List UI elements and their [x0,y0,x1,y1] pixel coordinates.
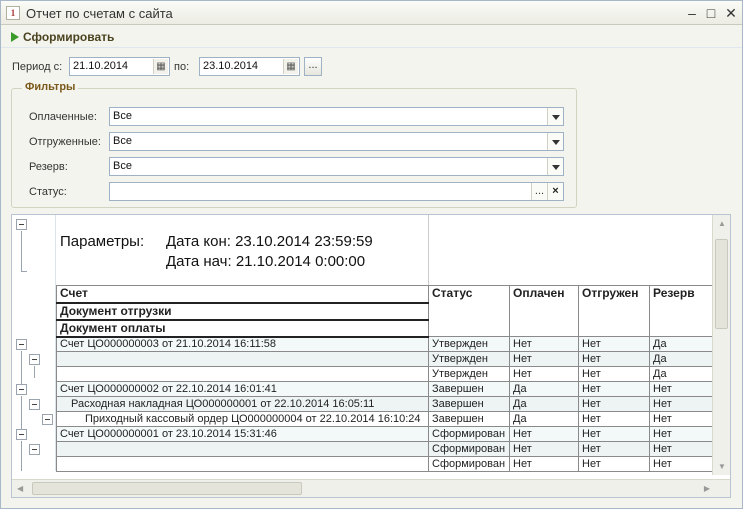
close-icon[interactable]: ✕ [723,5,739,21]
grouping-gutter [12,215,56,471]
col-reserve: Резерв [649,285,713,337]
generate-button-label: Сформировать [23,30,115,44]
filters-title: Фильтры [22,81,79,93]
minimize-icon[interactable]: – [684,5,700,21]
shipped-filter-select[interactable]: Все [109,132,564,151]
table-row[interactable]: Счет ЦО000000002 от 22.10.2014 16:01:41 З… [56,381,713,397]
toolbar: Сформировать [1,26,742,48]
play-icon [11,32,19,42]
table-row[interactable]: Сформирован Нет Нет Нет [56,456,713,472]
table-row[interactable]: Утвержден Нет Нет Да [56,351,713,367]
period-to-label: по: [174,61,190,73]
date-start: Дата нач: 21.10.2014 0:00:00 [166,253,366,270]
col-status: Статус [428,285,510,337]
chevron-down-icon[interactable] [547,108,563,125]
chevron-down-icon[interactable] [547,133,563,150]
calendar-icon[interactable]: ▦ [283,59,298,74]
collapse-icon[interactable] [16,429,27,440]
table-row[interactable]: Приходный кассовый ордер ЦО000000004 от … [56,411,713,427]
horizontal-scrollbar[interactable]: ◀ ▶ [12,479,730,497]
window-title: Отчет по счетам с сайта [26,6,173,21]
vertical-scrollbar[interactable]: ▲ ▼ [712,215,730,475]
shipped-filter-label: Отгруженные: [29,136,101,148]
collapse-icon[interactable] [29,444,40,455]
scroll-up-icon[interactable]: ▲ [718,219,726,228]
clear-icon[interactable]: × [547,183,563,200]
scroll-left-icon[interactable]: ◀ [17,484,23,493]
paid-filter-label: Оплаченные: [29,111,97,123]
title-bar: 1 Отчет по счетам с сайта – □ ✕ [1,1,742,25]
status-filter-field[interactable]: ... × [109,182,564,201]
period-to-field[interactable]: 23.10.2014 ▦ [199,57,300,76]
table-row[interactable]: Сформирован Нет Нет Нет [56,441,713,457]
period-to-value: 23.10.2014 [203,60,259,72]
collapse-icon[interactable] [16,384,27,395]
scroll-thumb[interactable] [715,239,728,329]
report-area[interactable]: Параметры: Дата кон: 23.10.2014 23:59:59… [11,214,731,498]
calendar-icon[interactable]: ▦ [153,59,168,74]
reserve-filter-value: Все [113,160,132,172]
collapse-icon[interactable] [42,414,53,425]
col-shipment-doc: Документ отгрузки [56,302,429,321]
date-end: Дата кон: 23.10.2014 23:59:59 [166,233,373,250]
status-select-button[interactable]: ... [531,183,547,200]
reserve-filter-label: Резерв: [29,161,68,173]
scroll-right-icon[interactable]: ▶ [704,484,710,493]
collapse-icon[interactable] [16,339,27,350]
scroll-down-icon[interactable]: ▼ [718,462,726,471]
generate-button[interactable]: Сформировать [11,29,114,45]
scroll-thumb[interactable] [32,482,302,495]
table-row[interactable]: Счет ЦО000000003 от 21.10.2014 16:11:58 У… [56,336,713,352]
col-account: Счет [56,285,429,304]
parameters-label: Параметры: [60,233,145,250]
status-filter-label: Статус: [29,186,67,198]
period-from-value: 21.10.2014 [73,60,129,72]
maximize-icon[interactable]: □ [703,5,719,21]
col-shipped: Отгружен [578,285,650,337]
period-select-button[interactable]: ... [304,57,322,76]
collapse-icon[interactable] [29,354,40,365]
collapse-icon[interactable] [29,399,40,410]
report-table: Счет Статус Оплачен Отгружен Резерв Доку… [56,285,713,472]
table-row[interactable]: Счет ЦО000000001 от 23.10.2014 15:31:46 С… [56,426,713,442]
filters-group: Фильтры Оплаченные: Все Отгруженные: Все… [11,81,577,208]
table-row[interactable]: Утвержден Нет Нет Да [56,366,713,382]
report-window: 1 Отчет по счетам с сайта – □ ✕ Сформиро… [0,0,743,509]
chevron-down-icon[interactable] [547,158,563,175]
paid-filter-value: Все [113,110,132,122]
table-row[interactable]: Расходная накладная ЦО000000001 от 22.10… [56,396,713,412]
collapse-icon[interactable] [16,219,27,230]
shipped-filter-value: Все [113,135,132,147]
paid-filter-select[interactable]: Все [109,107,564,126]
col-payment-doc: Документ оплаты [56,319,429,338]
period-from-field[interactable]: 21.10.2014 ▦ [69,57,170,76]
col-paid: Оплачен [509,285,579,337]
reserve-filter-select[interactable]: Все [109,157,564,176]
parameters-block: Параметры: Дата кон: 23.10.2014 23:59:59… [56,215,428,285]
period-from-label: Период с: [12,61,63,73]
app-icon: 1 [6,6,20,20]
